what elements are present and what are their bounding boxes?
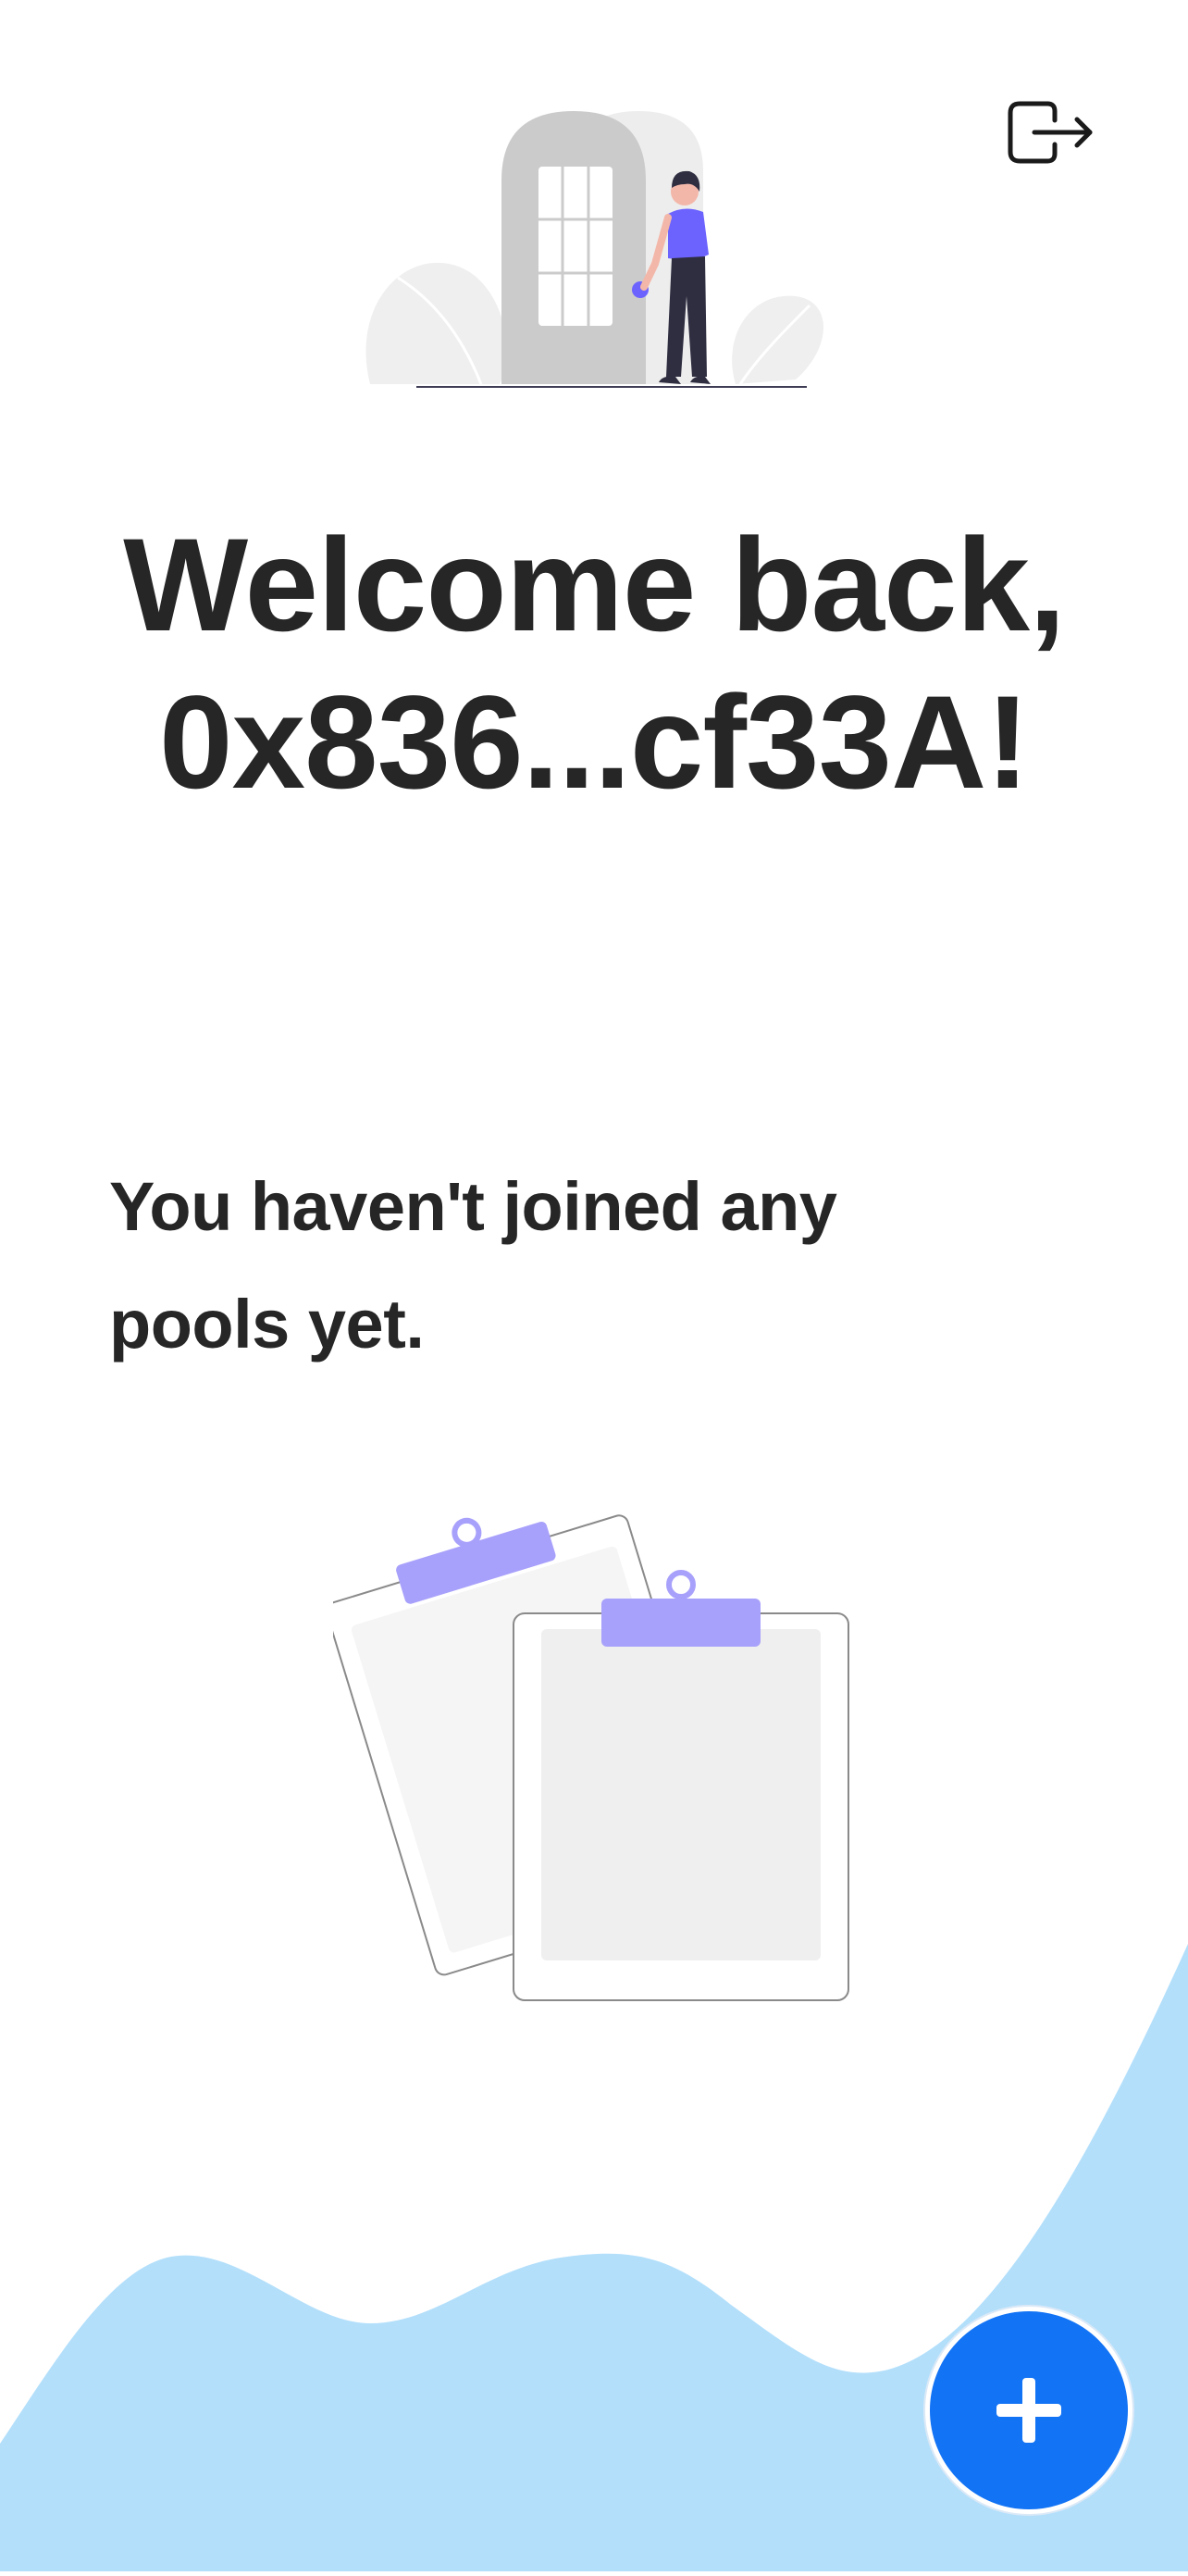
logout-icon [1008,101,1093,164]
empty-state-message: You haven't joined any pools yet. [109,1148,942,1383]
user-address: 0x836...cf33A! [159,669,1030,816]
logout-button[interactable] [999,91,1101,174]
empty-state-line: pools yet. [109,1286,425,1363]
welcome-line: Welcome back, [123,512,1066,659]
door-illustration [361,106,833,393]
welcome-heading: Welcome back, 0x836...cf33A! [0,507,1188,822]
empty-state-line: You haven't joined any [109,1168,837,1245]
add-pool-button[interactable] [925,2307,1132,2514]
